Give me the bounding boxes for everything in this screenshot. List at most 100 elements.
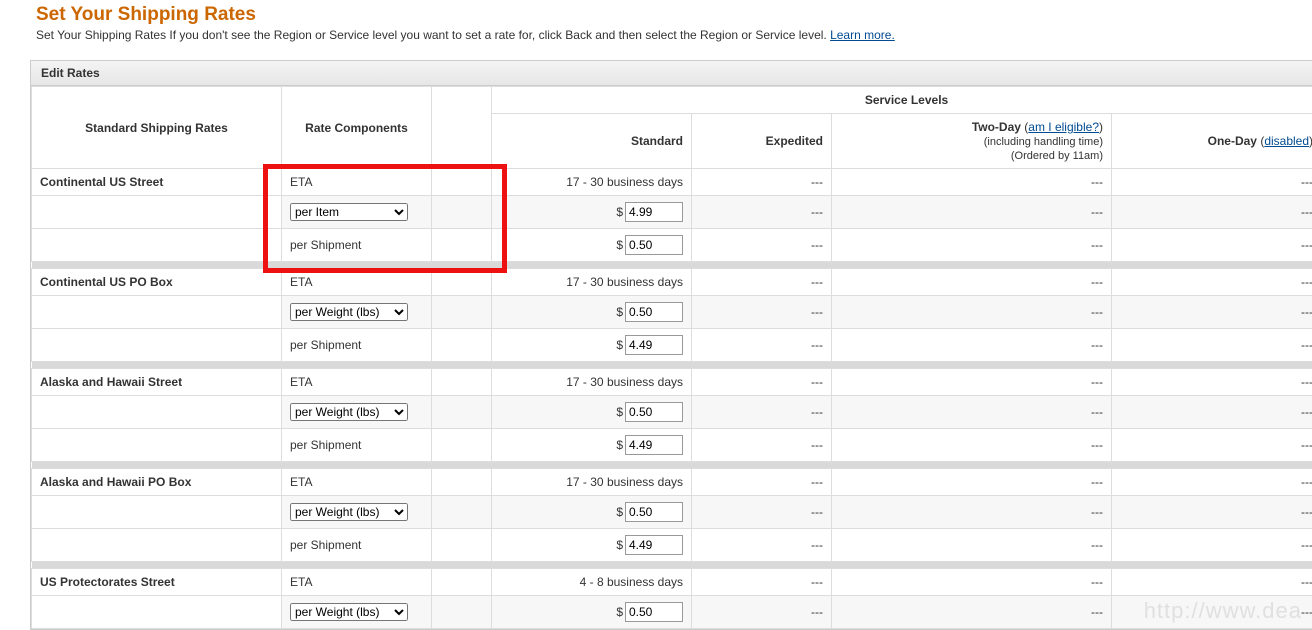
rate-component-select[interactable]: per Itemper Weight (lbs)	[290, 203, 408, 221]
eta-oneday: ---	[1112, 569, 1312, 596]
region-blank	[32, 596, 282, 629]
currency-symbol: $	[616, 605, 623, 619]
twoday-line3: (Ordered by 11am)	[1011, 150, 1103, 162]
rate-component-select[interactable]: per Itemper Weight (lbs)	[290, 603, 408, 621]
shipment-standard-input[interactable]	[625, 335, 683, 355]
rate-standard-input[interactable]	[625, 302, 683, 322]
rate-expedited: ---	[692, 496, 832, 529]
shipment-oneday: ---	[1112, 229, 1312, 262]
eta-twoday: ---	[832, 269, 1112, 296]
rate-standard-input[interactable]	[625, 202, 683, 222]
eta-twoday: ---	[832, 469, 1112, 496]
gap-cell	[432, 269, 492, 296]
rate-standard-cell: $	[492, 196, 692, 229]
eta-standard: 17 - 30 business days	[492, 269, 692, 296]
spacer-row	[32, 362, 1312, 369]
region-name: Alaska and Hawaii Street	[32, 369, 282, 396]
subtitle-text: Set Your Shipping Rates If you don't see…	[36, 28, 830, 42]
rate-standard-input[interactable]	[625, 602, 683, 622]
shipment-twoday: ---	[832, 329, 1112, 362]
panel-header: Edit Rates	[31, 61, 1312, 86]
oneday-status-link[interactable]: disabled	[1264, 134, 1309, 148]
per-shipment-label: per Shipment	[282, 529, 432, 562]
region-blank	[32, 429, 282, 462]
col-twoday: Two-Day (am I eligible?) (including hand…	[832, 114, 1112, 169]
shipment-standard-input[interactable]	[625, 435, 683, 455]
shipment-oneday: ---	[1112, 329, 1312, 362]
region-blank	[32, 529, 282, 562]
shipment-standard-input[interactable]	[625, 235, 683, 255]
col-expedited: Expedited	[692, 114, 832, 169]
rate-twoday: ---	[832, 396, 1112, 429]
region-blank	[32, 329, 282, 362]
rates-table: Standard Shipping Rates Rate Components …	[31, 86, 1312, 629]
gap-cell	[432, 429, 492, 462]
eta-standard: 4 - 8 business days	[492, 569, 692, 596]
eta-twoday: ---	[832, 169, 1112, 196]
rate-standard-input[interactable]	[625, 502, 683, 522]
rate-standard-input[interactable]	[625, 402, 683, 422]
region-blank	[32, 229, 282, 262]
currency-symbol: $	[616, 238, 623, 252]
currency-symbol: $	[616, 205, 623, 219]
spacer-row	[32, 262, 1312, 269]
gap-cell	[432, 169, 492, 196]
per-shipment-label: per Shipment	[282, 229, 432, 262]
rate-standard-cell: $	[492, 296, 692, 329]
shipment-standard-cell: $	[492, 529, 692, 562]
twoday-eligible-link[interactable]: am I eligible?	[1028, 120, 1099, 134]
shipment-standard-input[interactable]	[625, 535, 683, 555]
rate-expedited: ---	[692, 396, 832, 429]
currency-symbol: $	[616, 438, 623, 452]
twoday-line2: (including handling time)	[984, 136, 1103, 148]
gap-cell	[432, 529, 492, 562]
rate-component-select[interactable]: per Itemper Weight (lbs)	[290, 403, 408, 421]
rate-twoday: ---	[832, 596, 1112, 629]
shipment-twoday: ---	[832, 429, 1112, 462]
gap-cell	[432, 496, 492, 529]
eta-expedited: ---	[692, 169, 832, 196]
rate-standard-cell: $	[492, 496, 692, 529]
shipment-expedited: ---	[692, 429, 832, 462]
rates-panel: Edit Rates Standard Shipping Rates Rate …	[30, 60, 1312, 630]
rate-oneday: ---	[1112, 396, 1312, 429]
eta-twoday: ---	[832, 369, 1112, 396]
gap-cell	[432, 196, 492, 229]
rate-standard-cell: $	[492, 396, 692, 429]
shipment-standard-cell: $	[492, 229, 692, 262]
rate-select-cell: per Itemper Weight (lbs)	[282, 196, 432, 229]
gap-cell	[432, 369, 492, 396]
region-name: Alaska and Hawaii PO Box	[32, 469, 282, 496]
gap-cell	[432, 469, 492, 496]
region-blank	[32, 396, 282, 429]
rate-oneday: ---	[1112, 196, 1312, 229]
spacer-row	[32, 462, 1312, 469]
per-shipment-label: per Shipment	[282, 429, 432, 462]
gap-cell	[432, 396, 492, 429]
gap-cell	[432, 329, 492, 362]
shipment-oneday: ---	[1112, 429, 1312, 462]
shipment-expedited: ---	[692, 529, 832, 562]
currency-symbol: $	[616, 538, 623, 552]
learn-more-link[interactable]: Learn more.	[830, 28, 895, 42]
region-blank	[32, 296, 282, 329]
rate-select-cell: per Itemper Weight (lbs)	[282, 296, 432, 329]
twoday-label: Two-Day	[972, 120, 1021, 134]
rate-oneday: ---	[1112, 496, 1312, 529]
col-gap	[432, 87, 492, 169]
region-blank	[32, 496, 282, 529]
currency-symbol: $	[616, 305, 623, 319]
eta-twoday: ---	[832, 569, 1112, 596]
gap-cell	[432, 596, 492, 629]
eta-label: ETA	[282, 569, 432, 596]
rate-expedited: ---	[692, 196, 832, 229]
rate-component-select[interactable]: per Itemper Weight (lbs)	[290, 503, 408, 521]
rate-select-cell: per Itemper Weight (lbs)	[282, 496, 432, 529]
region-blank	[32, 196, 282, 229]
rate-component-select[interactable]: per Itemper Weight (lbs)	[290, 303, 408, 321]
gap-cell	[432, 229, 492, 262]
rate-oneday: ---	[1112, 296, 1312, 329]
eta-expedited: ---	[692, 369, 832, 396]
eta-expedited: ---	[692, 269, 832, 296]
eta-label: ETA	[282, 269, 432, 296]
